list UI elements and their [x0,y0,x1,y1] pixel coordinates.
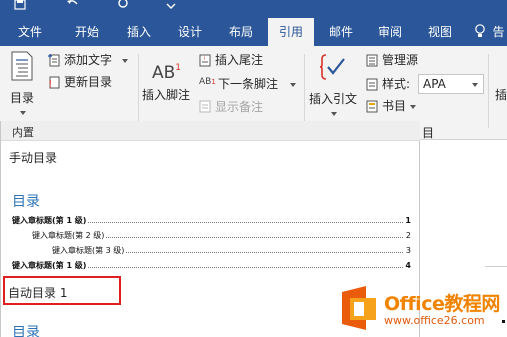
toc-entry-page: 3 [403,245,411,256]
gallery-section-header-label: 内置 [12,126,34,139]
toc-entry-text: 键入章标题(第 1 级) [12,260,89,271]
toc-preview-heading: 目录 [12,194,40,210]
show-notes-button[interactable]: 显示备注 [215,100,263,115]
tab-view[interactable]: 视图 [420,18,460,46]
tab-review[interactable]: 审阅 [370,18,410,46]
update-toc-icon: ! [48,76,60,89]
update-toc-button[interactable]: 更新目录 [64,75,112,90]
insert-endnote-button[interactable]: 插入尾注 [215,53,263,68]
tab-home[interactable]: 开始 [66,18,108,46]
add-text-button[interactable]: 添加文字 [64,53,112,68]
chevron-down-icon [472,83,478,87]
toc-entry-text: 键入章标题(第 3 级) [52,245,127,256]
insert-footnote-label: 插入脚注 [142,88,191,102]
toc-entry: 键入章标题(第 2 级) 2 [32,230,411,241]
bibliography-icon [366,100,378,113]
chevron-down-icon [20,111,26,115]
toc-entry: 键入章标题(第 1 级) 4 [12,260,411,271]
chevron-down-icon [122,59,128,63]
add-text-icon [48,54,60,67]
chevron-down-icon [410,105,416,109]
manage-sources-button[interactable]: 管理源 [382,53,418,68]
toc-entry: 键入章标题(第 1 级) 1 [12,215,411,226]
toc-entry: 键入章标题(第 3 级) 3 [52,245,411,256]
toc-preview-heading: 目录 [12,325,40,337]
lightbulb-icon[interactable] [474,24,486,39]
toc-entry-page: 1 [403,215,411,226]
tab-file[interactable]: 文件 [10,18,50,46]
title-bar [0,0,507,18]
insert-citation-label: 插入引文 [309,92,358,106]
group-divider [304,54,305,128]
gallery-section-header: 内置 [1,121,420,141]
chevron-down-icon [290,83,296,87]
manual-toc-item[interactable]: 手动目录 [9,149,57,166]
style-icon [366,78,378,91]
style-label: 样式: [382,77,411,91]
toc-entry-page: 4 [403,260,411,271]
group-divider [138,54,139,128]
office-logo-icon [342,286,376,330]
insert-endnote-icon: i [199,54,211,67]
manage-sources-icon [366,54,378,67]
customize-qa-icon[interactable] [166,0,176,10]
toc-button[interactable]: 目录 [4,49,42,125]
save-icon[interactable] [14,0,26,10]
undo-icon[interactable] [66,0,80,10]
next-footnote-button[interactable]: 下一条脚注 [218,77,278,92]
tab-design[interactable]: 设计 [170,18,210,46]
insert-caption-button[interactable]: 插 [495,88,507,103]
toc-button-label: 目录 [10,91,35,105]
tab-references[interactable]: 引用 [268,18,314,46]
insert-citation-button[interactable]: 插入引文 [306,50,360,122]
toc-entry-text: 键入章标题(第 1 级) [12,215,89,226]
citations-group-label: 目 [422,126,435,140]
insert-footnote-button[interactable]: AB1 插入脚注 [140,58,196,108]
watermark-url: www.office26.com [384,314,485,327]
toc-entry-text: 键入章标题(第 2 级) [32,230,107,241]
document-margin-line [485,266,507,267]
toc-entry-page: 2 [403,230,411,241]
show-notes-icon [199,100,211,113]
footnote-ab-icon: AB1 [152,63,182,83]
ribbon-tab-bar: 文件 开始 插入 设计 布局 引用 邮件 审阅 视图 告 [0,18,507,46]
next-footnote-icon: AB1 [199,77,216,87]
chevron-down-icon [331,112,337,116]
svg-text:i: i [204,56,205,62]
citation-style-select[interactable]: APA [418,74,484,94]
bibliography-button[interactable]: 书目 [382,99,406,114]
toc-icon [11,51,33,81]
watermark-title: Office教程网 [384,293,500,315]
redo-icon[interactable] [117,0,129,10]
citation-style-value: APA [423,77,446,91]
tab-tell-me[interactable]: 告 [490,18,507,46]
svg-text:!: ! [48,78,52,89]
group-divider [488,54,489,128]
tab-mailings[interactable]: 邮件 [321,18,361,46]
tab-layout[interactable]: 布局 [221,18,261,46]
tab-insert[interactable]: 插入 [119,18,159,46]
text-cursor-mark [502,320,505,323]
insert-citation-icon [320,54,345,80]
highlight-box [3,276,121,305]
